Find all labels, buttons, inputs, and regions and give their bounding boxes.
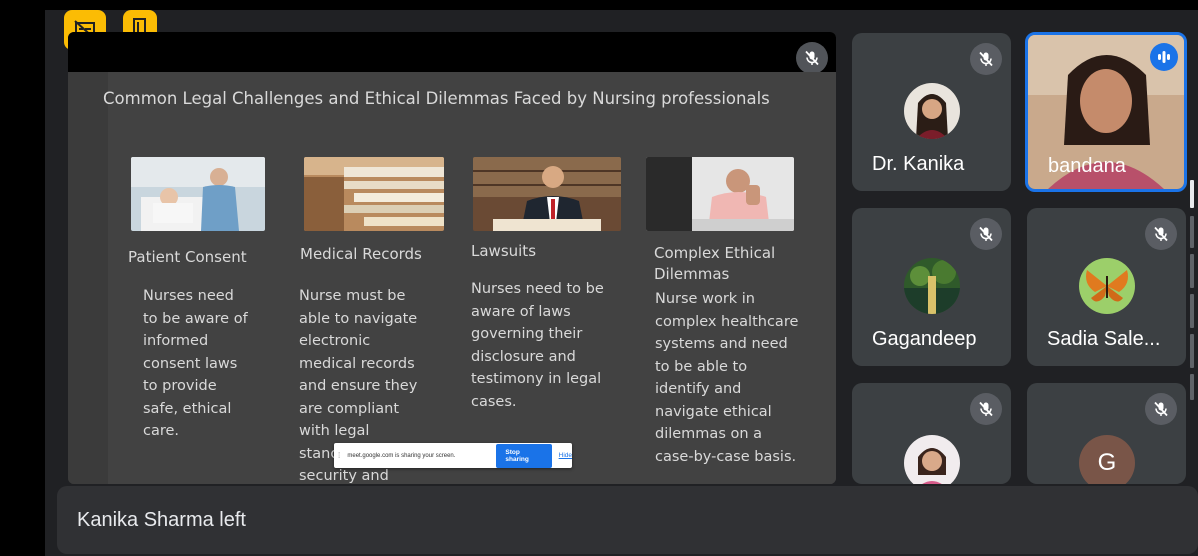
presenter-mute-indicator: [796, 42, 828, 74]
participant-name: Dr. Kanika: [872, 153, 965, 175]
avatar: [904, 258, 960, 314]
participant-scrollbar[interactable]: [1190, 180, 1196, 400]
mic-off-icon: [804, 50, 820, 66]
mic-off-icon: [970, 218, 1002, 250]
patient-consent-heading: Patient Consent: [128, 248, 247, 266]
participant-name: Gagandeep: [872, 328, 977, 350]
participant-tile[interactable]: Gagandeep: [852, 208, 1011, 366]
lawsuits-heading: Lawsuits: [471, 242, 537, 260]
mic-off-icon: [970, 393, 1002, 425]
audio-level-icon: [1150, 43, 1178, 71]
complex-ethical-heading: Complex Ethical Dilemmas: [654, 244, 776, 283]
drag-handle-icon[interactable]: ⁞: [338, 451, 347, 460]
slide-title: Common Legal Challenges and Ethical Dile…: [103, 89, 770, 108]
mic-off-icon: [1145, 218, 1177, 250]
sharing-message: meet.google.com is sharing your screen.: [347, 452, 456, 459]
presentation-tile[interactable]: Common Legal Challenges and Ethical Dile…: [68, 32, 836, 484]
left-frame: [0, 0, 45, 556]
participant-tile[interactable]: Sadia Sale...: [1027, 208, 1186, 366]
lawsuits-photo: [473, 157, 621, 231]
patient-consent-photo: [131, 157, 265, 231]
participant-name: bandana: [1048, 155, 1126, 177]
active-speaker-tile[interactable]: bandana: [1025, 32, 1187, 192]
avatar: [1079, 258, 1135, 314]
avatar: [904, 435, 960, 484]
presentation-topbar: [68, 32, 836, 72]
medical-records-photo: [304, 157, 444, 231]
mic-off-icon: [1145, 393, 1177, 425]
notification-toast: Kanika Sharma left: [57, 486, 1198, 554]
scrollbar-thumb[interactable]: [1190, 180, 1194, 208]
participant-tile[interactable]: G: [1027, 383, 1186, 484]
toast-message: Kanika Sharma left: [77, 509, 246, 531]
avatar-initial: G: [1079, 435, 1135, 484]
ethical-dilemmas-photo: [646, 157, 794, 231]
mic-off-icon: [970, 43, 1002, 75]
hide-link[interactable]: Hide: [559, 452, 572, 459]
stop-sharing-button[interactable]: Stop sharing: [496, 443, 552, 468]
complex-ethical-text: Nurse work in complex healthcare systems…: [655, 291, 799, 465]
medical-records-heading: Medical Records: [300, 245, 422, 263]
participant-tile[interactable]: [852, 383, 1011, 484]
screen-sharing-bar: ⁞ meet.google.com is sharing your screen…: [334, 443, 572, 468]
participant-name: Sadia Sale...: [1047, 328, 1161, 350]
avatar: [904, 83, 960, 139]
patient-consent-text: Nurses need to be aware of informed cons…: [143, 288, 248, 439]
participant-tile[interactable]: Dr. Kanika: [852, 33, 1011, 191]
lawsuits-text: Nurses need to be aware of laws governin…: [471, 281, 604, 410]
